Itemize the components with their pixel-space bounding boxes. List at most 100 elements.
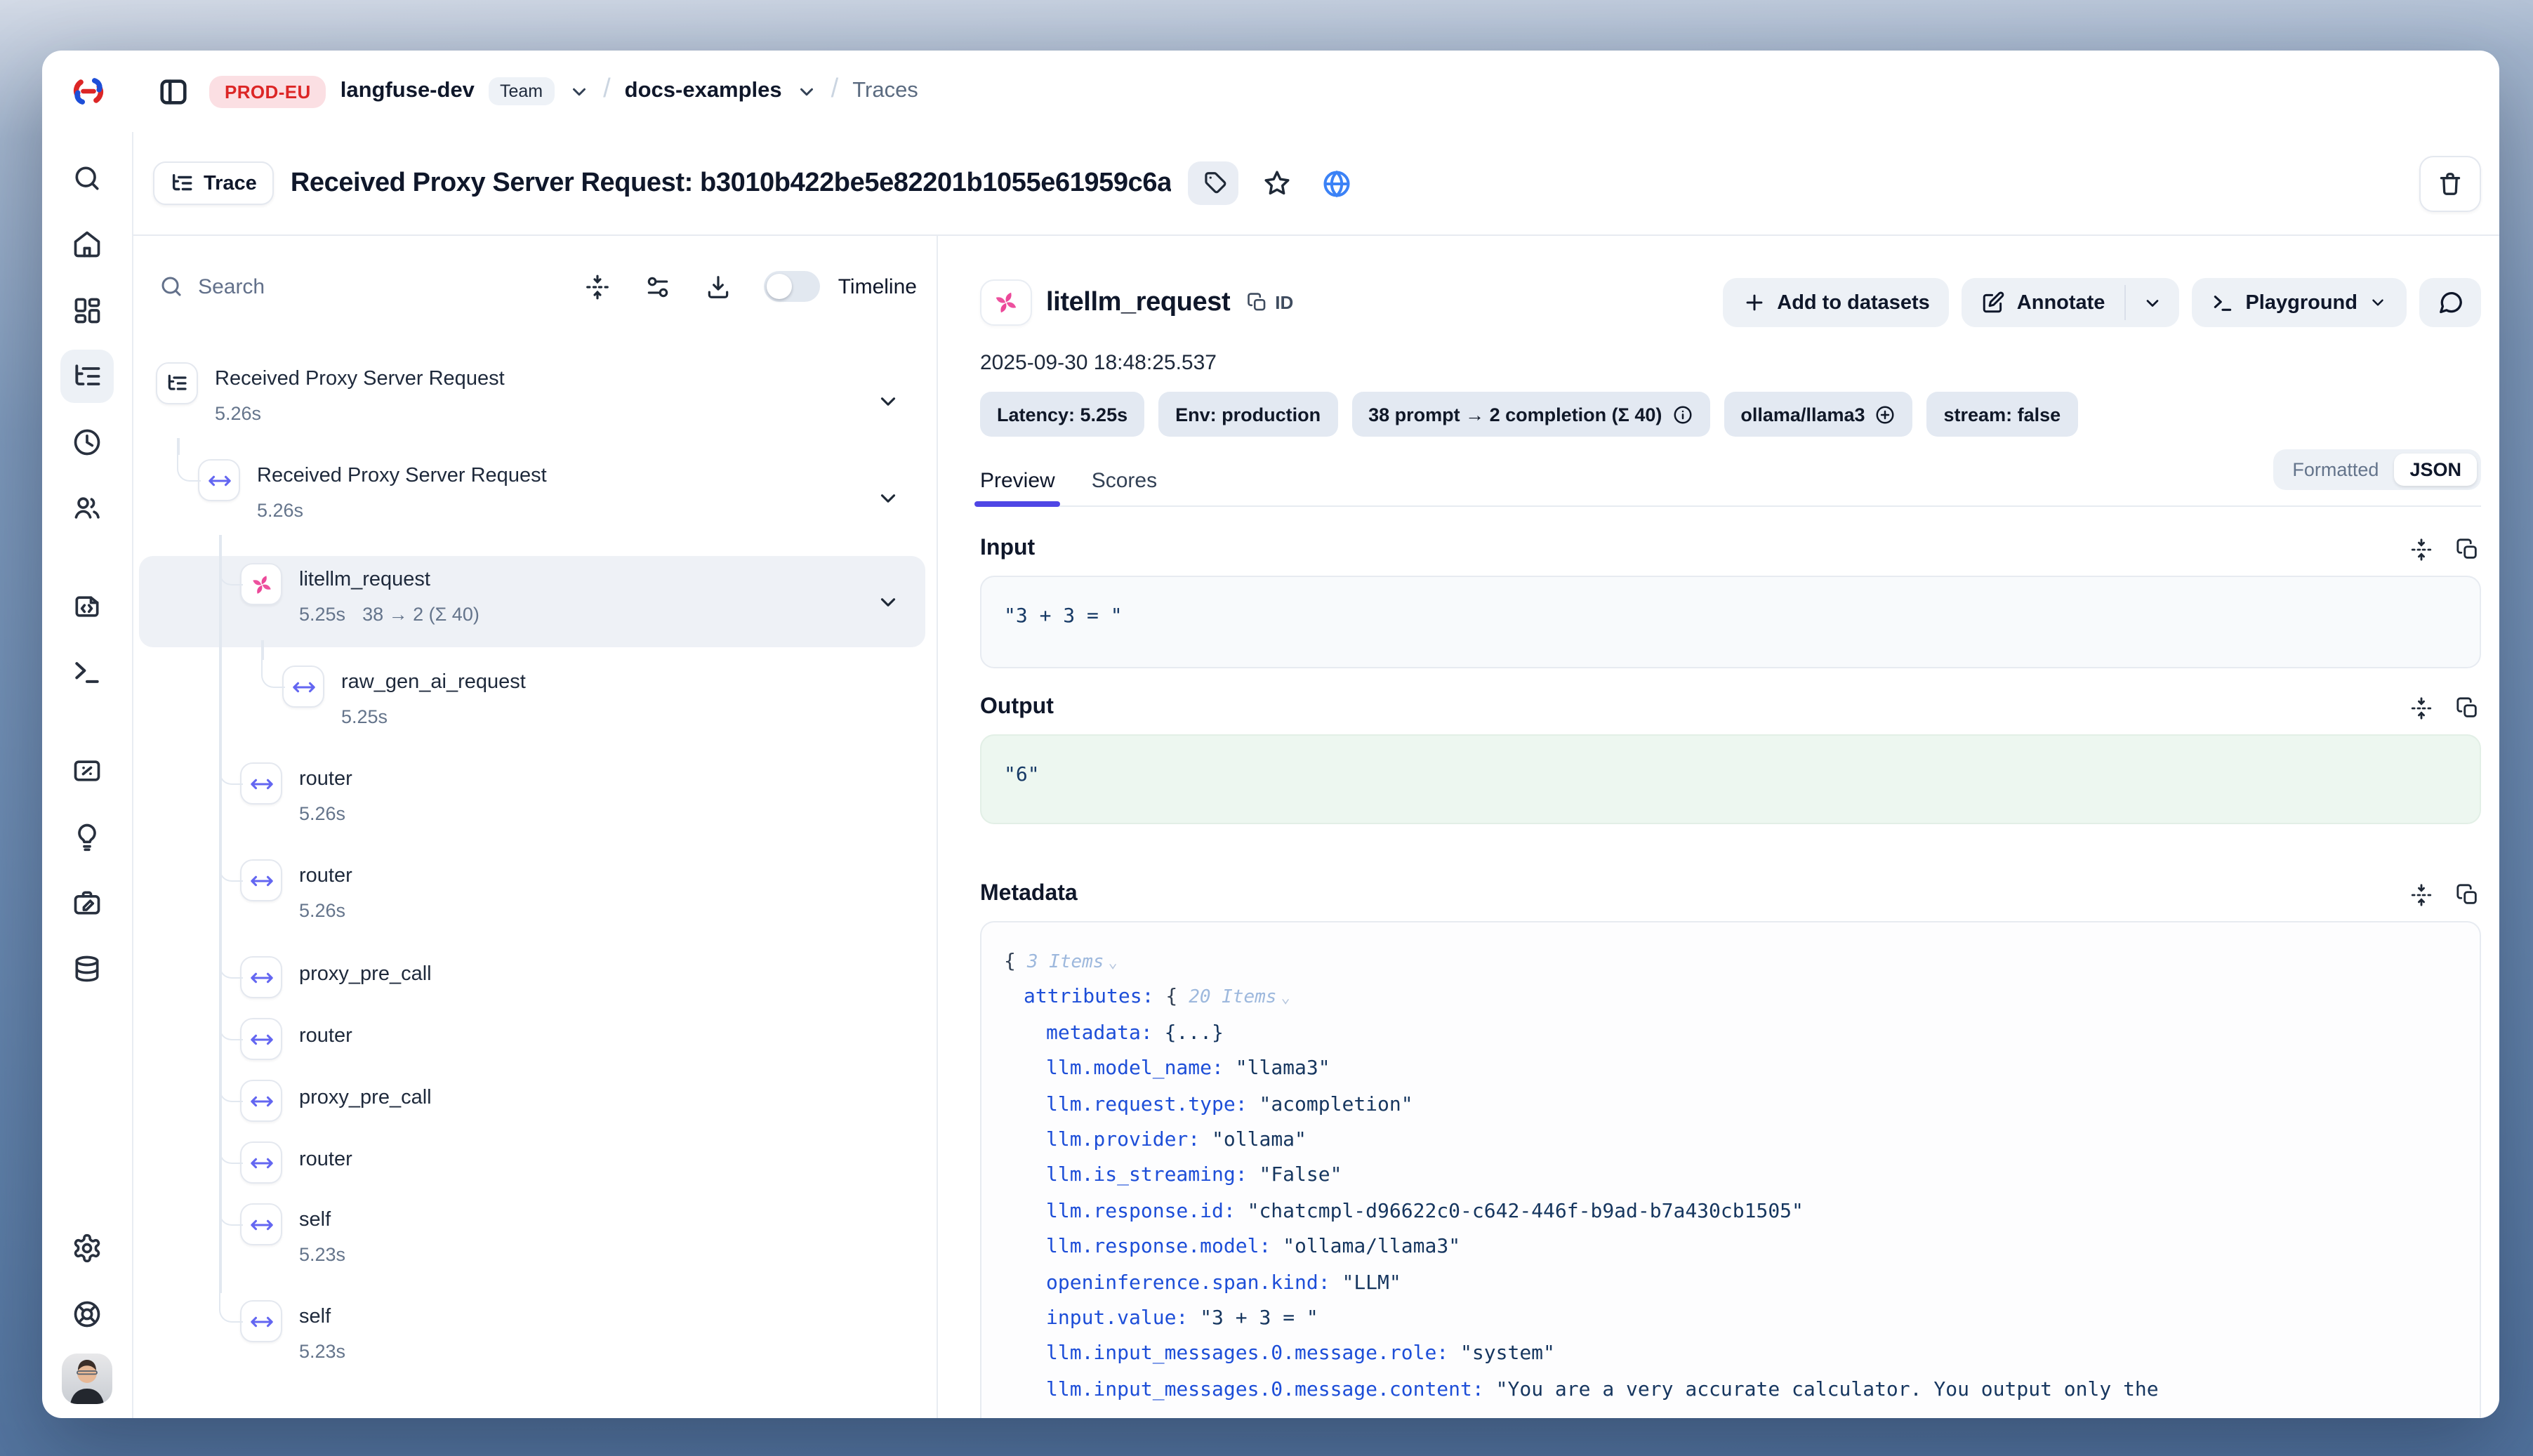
nav-users[interactable] [60,482,114,535]
tab-scores[interactable]: Scores [1092,469,1157,493]
view-format-toggle: Formatted JSON [2273,449,2481,490]
chevron-down-icon[interactable]: ⌄ [1281,989,1290,1007]
tree-row-router[interactable]: router 5.26s [139,762,925,841]
json-line[interactable]: metadata: {...} [1004,1017,2457,1052]
span-icon [240,1080,282,1122]
copy-section-button[interactable] [2453,880,2481,908]
nav-sessions[interactable] [60,416,114,469]
toggle-json[interactable]: JSON [2394,454,2477,486]
tree-row-raw-gen-ai-request[interactable]: raw_gen_ai_request 5.25s [139,666,925,744]
json-line[interactable]: attributes: {20 Items⌄ [1004,981,2457,1017]
tree-row-router[interactable]: router [139,1018,925,1060]
observation-timestamp: 2025-09-30 18:48:25.537 [980,351,2481,375]
delete-trace-button[interactable] [2419,155,2481,211]
annotate-dropdown-button[interactable] [2126,278,2179,327]
timeline-toggle[interactable] [764,271,820,302]
json-line[interactable]: llm.input_messages.0.message.role: "syst… [1004,1337,2457,1373]
collapse-section-button[interactable] [2407,694,2435,722]
copy-section-button[interactable] [2453,535,2481,563]
json-line[interactable]: openinference.span.kind: "LLM" [1004,1266,2457,1302]
tree-settings-button[interactable] [637,265,680,307]
json-line[interactable]: llm.model_name: "llama3" [1004,1052,2457,1087]
public-link-button[interactable] [1315,161,1360,205]
toggle-formatted[interactable]: Formatted [2277,454,2394,486]
observation-badges: Latency: 5.25s Env: production 38 prompt… [980,392,2481,437]
annotate-button[interactable]: Annotate [1962,278,2125,327]
observation-tree-panel: Timeline [133,236,938,1418]
chevron-down-icon[interactable] [876,390,900,413]
tree-row-router[interactable]: router [139,1141,925,1184]
breadcrumb-section[interactable]: Traces [852,79,918,104]
trace-icon [156,362,198,404]
json-line[interactable]: llm.response.id: "chatcmpl-d96622c0-c642… [1004,1195,2457,1231]
tab-preview[interactable]: Preview [980,469,1055,493]
span-icon [240,1141,282,1184]
tag-button[interactable] [1189,161,1239,205]
metadata-json-viewer[interactable]: {3 Items⌄ attributes: {20 Items⌄ metadat… [980,921,2481,1418]
user-avatar[interactable] [62,1354,112,1404]
download-button[interactable] [698,265,740,307]
tree-row-self[interactable]: self 5.23s [139,1300,925,1379]
collapse-section-button[interactable] [2407,535,2435,563]
nav-datasets[interactable] [60,942,114,995]
score-card-icon [72,755,102,786]
token-usage-badge[interactable]: 38 prompt → 2 completion (Σ 40) [1351,392,1709,437]
model-badge[interactable]: ollama/llama3 [1724,392,1912,437]
nav-playground[interactable] [60,646,114,699]
nav-tracing[interactable] [60,350,114,403]
tree-search[interactable] [159,272,559,300]
org-name[interactable]: langfuse-dev [340,79,475,104]
langfuse-logo[interactable] [42,73,133,110]
favorite-button[interactable] [1256,161,1298,205]
nav-support[interactable] [60,1288,114,1341]
chevron-down-icon[interactable] [876,590,900,614]
tree-row-duration: 5.26s [257,500,547,521]
project-chevron-down-icon[interactable] [796,81,817,102]
output-value-box[interactable]: "6" [980,734,2481,824]
copy-section-button[interactable] [2453,694,2481,722]
org-type-badge: Team [489,77,554,105]
nav-evaluators[interactable] [60,810,114,863]
tree-row-self[interactable]: self 5.23s [139,1203,925,1282]
chevron-down-icon[interactable] [876,487,900,510]
project-name[interactable]: docs-examples [625,79,782,104]
json-line[interactable]: input.value: "3 + 3 = " [1004,1302,2457,1337]
tree-row-trace-root[interactable]: Received Proxy Server Request 5.26s [139,362,925,441]
lightbulb-icon [72,821,102,852]
json-line[interactable]: llm.is_streaming: "False" [1004,1159,2457,1195]
comments-button[interactable] [2419,278,2481,327]
tree-row-litellm-request-selected[interactable]: litellm_request 5.25s38 → 2 (Σ 40) [139,556,925,647]
span-icon [282,666,324,708]
tree-row-label: self [299,1209,345,1233]
tree-row-label: litellm_request [299,569,480,593]
nav-home[interactable] [60,218,114,271]
nav-annotation[interactable] [60,876,114,929]
playground-button[interactable]: Playground [2192,278,2407,327]
tree-row-router[interactable]: router 5.26s [139,859,925,938]
nav-scores[interactable] [60,744,114,798]
nav-dashboards[interactable] [60,284,114,337]
nav-prompts[interactable] [60,580,114,633]
collapse-section-button[interactable] [2407,880,2435,908]
trace-type-chip[interactable]: Trace [153,161,274,205]
tree-row-received-proxy[interactable]: Received Proxy Server Request 5.26s [139,459,925,538]
json-line[interactable]: llm.request.type: "acompletion" [1004,1087,2457,1123]
add-to-datasets-button[interactable]: Add to datasets [1722,278,1950,327]
environment-badge[interactable]: PROD-EU [209,75,326,107]
nav-search[interactable] [60,152,114,205]
json-line[interactable]: llm.response.model: "ollama/llama3" [1004,1231,2457,1266]
json-line[interactable]: llm.input_messages.0.message.content: "Y… [1004,1373,2457,1409]
tree-row-proxy-pre-call[interactable]: proxy_pre_call [139,956,925,998]
json-line[interactable]: llm.provider: "ollama" [1004,1123,2457,1159]
json-line[interactable]: {3 Items⌄ [1004,945,2457,981]
toggle-knob [767,274,792,299]
copy-id-button[interactable]: ID [1247,292,1293,313]
chevron-down-icon[interactable]: ⌄ [1108,953,1117,972]
tree-row-proxy-pre-call[interactable]: proxy_pre_call [139,1080,925,1122]
nav-settings[interactable] [60,1222,114,1275]
sidebar-toggle-button[interactable] [150,69,195,114]
org-chevron-down-icon[interactable] [568,81,589,102]
input-value-box[interactable]: "3 + 3 = " [980,576,2481,668]
tree-search-input[interactable] [198,274,559,298]
collapse-all-button[interactable] [577,265,619,307]
